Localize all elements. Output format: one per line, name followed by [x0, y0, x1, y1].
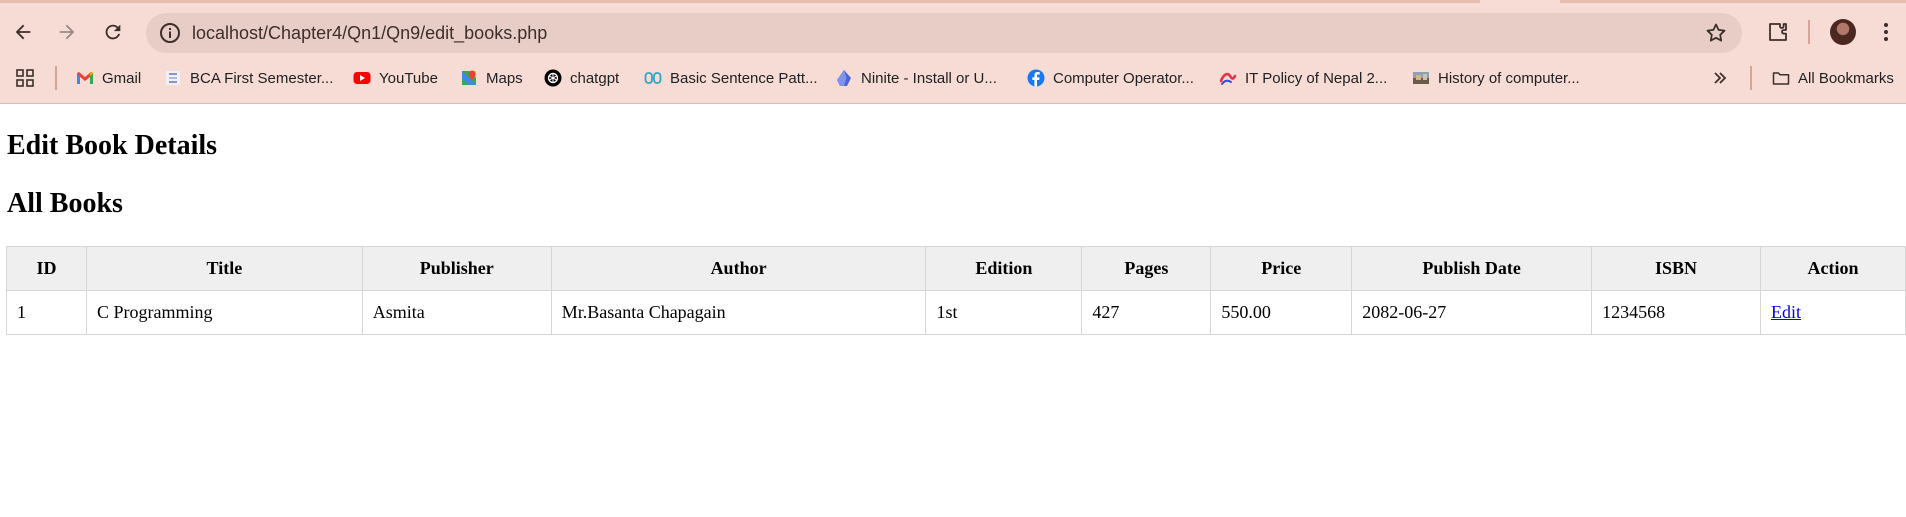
- all-bookmarks-button[interactable]: All Bookmarks: [1772, 62, 1894, 94]
- forward-arrow-icon: [59, 24, 75, 40]
- ninite-icon: [835, 69, 853, 87]
- bookmark-youtube[interactable]: YouTube: [353, 62, 438, 94]
- bookmarks-bar: Gmail BCA First Semester... YouTube Maps…: [0, 62, 1906, 94]
- back-arrow-icon: [15, 24, 31, 40]
- gmail-icon: [76, 69, 94, 87]
- cell-action: Edit: [1760, 290, 1906, 335]
- cell-publisher: Asmita: [361, 290, 552, 335]
- cell-title: C Programming: [85, 290, 363, 335]
- tab-strip-edge: [1560, 0, 1906, 3]
- bookmark-label: BCA First Semester...: [190, 69, 334, 87]
- bookmark-star-icon[interactable]: [1704, 21, 1728, 45]
- column-header-publisher: Publisher: [361, 246, 552, 291]
- back-button[interactable]: [1, 8, 45, 56]
- bookmark-label: Basic Sentence Patt...: [670, 69, 818, 87]
- bookmark-bca-first-semester[interactable]: BCA First Semester...: [164, 62, 333, 94]
- cell-isbn: 1234568: [1591, 290, 1761, 335]
- bookmark-label: Computer Operator...: [1053, 69, 1194, 87]
- column-header-action: Action: [1760, 246, 1906, 291]
- column-header-edition: Edition: [925, 246, 1083, 291]
- forward-button[interactable]: [45, 8, 89, 56]
- menu-button[interactable]: [1870, 8, 1902, 56]
- cell-author: Mr.Basanta Chapagain: [550, 290, 927, 335]
- toolbar-divider: [1808, 20, 1810, 44]
- table-header-row: ID Title Publisher Author Edition Pages …: [6, 246, 1906, 291]
- column-header-price: Price: [1210, 246, 1353, 291]
- url-text[interactable]: localhost/Chapter4/Qn1/Qn9/edit_books.ph…: [192, 13, 547, 53]
- column-header-id: ID: [6, 246, 87, 291]
- cell-id: 1: [6, 290, 87, 335]
- bookmarks-divider: [55, 66, 57, 90]
- cell-publish-date: 2082-06-27: [1351, 290, 1593, 335]
- bookmarks-divider: [1750, 66, 1752, 90]
- bookmark-label: chatgpt: [570, 69, 620, 87]
- it-policy-icon: [1219, 69, 1237, 87]
- table-row: 1 C Programming Asmita Mr.Basanta Chapag…: [6, 290, 1906, 335]
- extensions-button[interactable]: [1762, 8, 1794, 56]
- all-bookmarks-label: All Bookmarks: [1798, 69, 1894, 87]
- history-thumbnail-icon: [1412, 69, 1430, 87]
- folder-icon: [1772, 69, 1790, 87]
- reload-icon: [105, 24, 121, 40]
- browser-toolbar: localhost/Chapter4/Qn1/Qn9/edit_books.ph…: [0, 8, 1906, 56]
- bookmark-label: IT Policy of Nepal 2...: [1245, 69, 1388, 87]
- bookmark-maps[interactable]: Maps: [460, 62, 523, 94]
- avatar: [1830, 19, 1856, 45]
- address-bar[interactable]: localhost/Chapter4/Qn1/Qn9/edit_books.ph…: [146, 13, 1742, 53]
- youtube-icon: [353, 69, 371, 87]
- page-title: Edit Book Details: [7, 130, 218, 161]
- bca-site-icon: [164, 69, 182, 87]
- bookmark-basic-sentence-patterns[interactable]: Basic Sentence Patt...: [644, 62, 818, 94]
- profile-button[interactable]: [1828, 8, 1858, 56]
- reload-button[interactable]: [91, 8, 135, 56]
- sentence-site-icon: [644, 69, 662, 87]
- puzzle-icon: [1769, 23, 1787, 41]
- bookmark-label: YouTube: [379, 69, 438, 87]
- apps-button[interactable]: [16, 62, 42, 94]
- edit-link[interactable]: Edit: [1771, 302, 1801, 322]
- more-bookmarks-button[interactable]: [1711, 62, 1737, 94]
- bookmark-label: Ninite - Install or U...: [861, 69, 997, 87]
- maps-icon: [460, 69, 478, 87]
- bookmark-gmail[interactable]: Gmail: [76, 62, 141, 94]
- bookmark-history-of-computer[interactable]: History of computer...: [1412, 62, 1580, 94]
- bookmark-it-policy-nepal[interactable]: IT Policy of Nepal 2...: [1219, 62, 1387, 94]
- bookmark-label: History of computer...: [1438, 69, 1580, 87]
- kebab-menu-icon: [1884, 23, 1888, 41]
- column-header-title: Title: [85, 246, 363, 291]
- browser-chrome: localhost/Chapter4/Qn1/Qn9/edit_books.ph…: [0, 0, 1906, 104]
- cell-edition: 1st: [925, 290, 1083, 335]
- column-header-author: Author: [550, 246, 927, 291]
- bookmark-label: Gmail: [102, 69, 142, 87]
- chevron-double-right-icon: [1711, 69, 1729, 87]
- bookmark-ninite[interactable]: Ninite - Install or U...: [835, 62, 997, 94]
- column-header-isbn: ISBN: [1591, 246, 1761, 291]
- site-info-icon[interactable]: [158, 21, 182, 45]
- column-header-publish-date: Publish Date: [1351, 246, 1593, 291]
- tab-strip-edge: [0, 0, 1480, 3]
- books-table: ID Title Publisher Author Edition Pages …: [6, 246, 1906, 335]
- cell-pages: 427: [1081, 290, 1212, 335]
- bookmark-computer-operator[interactable]: Computer Operator...: [1027, 62, 1194, 94]
- page-content: Edit Book Details All Books ID Title Pub…: [0, 104, 1906, 517]
- cell-price: 550.00: [1210, 290, 1353, 335]
- chatgpt-icon: [544, 69, 562, 87]
- bookmark-chatgpt[interactable]: chatgpt: [544, 62, 619, 94]
- column-header-pages: Pages: [1081, 246, 1212, 291]
- apps-grid-icon: [16, 69, 34, 87]
- bookmark-label: Maps: [486, 69, 523, 87]
- section-title: All Books: [7, 188, 123, 219]
- facebook-icon: [1027, 69, 1045, 87]
